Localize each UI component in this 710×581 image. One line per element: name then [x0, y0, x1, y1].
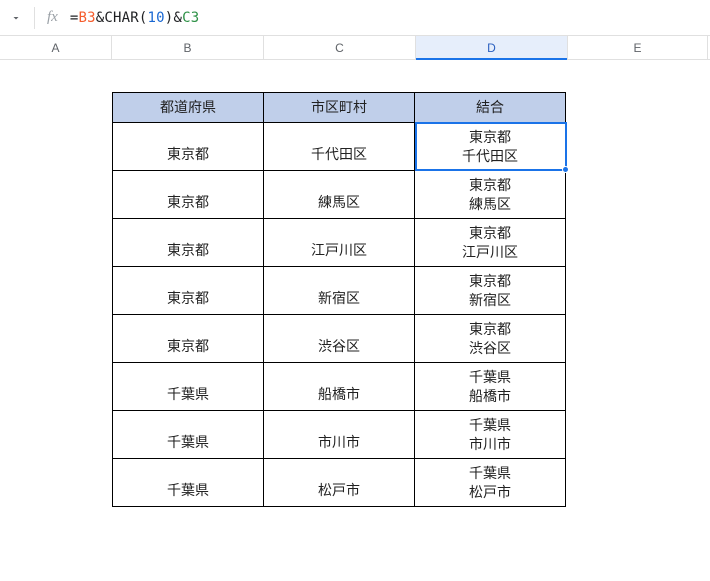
header-b[interactable]: 都道府県 [113, 93, 264, 123]
formula-open-paren: ( [139, 10, 148, 26]
divider [34, 7, 35, 29]
table-row: 東京都千代田区東京都 千代田区 [113, 123, 566, 171]
table-row: 千葉県松戸市千葉県 松戸市 [113, 459, 566, 507]
col-header-a[interactable]: A [0, 36, 112, 59]
cell-b[interactable]: 東京都 [113, 219, 264, 267]
cell-c[interactable]: 千代田区 [264, 123, 415, 171]
cell-d[interactable]: 千葉県 松戸市 [415, 459, 566, 507]
col-header-d[interactable]: D [416, 36, 568, 59]
formula-ref-b3: B3 [78, 10, 95, 26]
col-header-b[interactable]: B [112, 36, 264, 59]
cell-c[interactable]: 松戸市 [264, 459, 415, 507]
cell-b[interactable]: 千葉県 [113, 411, 264, 459]
table-row: 東京都江戸川区東京都 江戸川区 [113, 219, 566, 267]
cell-c[interactable]: 渋谷区 [264, 315, 415, 363]
table-row: 東京都新宿区東京都 新宿区 [113, 267, 566, 315]
cell-b[interactable]: 千葉県 [113, 363, 264, 411]
cell-b[interactable]: 東京都 [113, 171, 264, 219]
cell-d[interactable]: 東京都 新宿区 [415, 267, 566, 315]
spreadsheet: A B C D E 都道府県 市区町村 結合 東京都千代田区東京都 千代田区東京… [0, 36, 710, 92]
header-c[interactable]: 市区町村 [264, 93, 415, 123]
cell-b[interactable]: 東京都 [113, 267, 264, 315]
cell-c[interactable]: 市川市 [264, 411, 415, 459]
name-box-dropdown[interactable] [6, 12, 26, 24]
cell-d[interactable]: 東京都 渋谷区 [415, 315, 566, 363]
formula-amp2: & [173, 10, 182, 26]
col-header-c[interactable]: C [264, 36, 416, 59]
cell-b[interactable]: 東京都 [113, 315, 264, 363]
table-row: 千葉県市川市千葉県 市川市 [113, 411, 566, 459]
cell-c[interactable]: 船橋市 [264, 363, 415, 411]
col-header-e[interactable]: E [568, 36, 708, 59]
cell-c[interactable]: 練馬区 [264, 171, 415, 219]
cell-c[interactable]: 江戸川区 [264, 219, 415, 267]
formula-input[interactable]: =B3&CHAR(10)&C3 [70, 10, 200, 26]
fx-label: fx [43, 9, 62, 26]
table-header-row: 都道府県 市区町村 結合 [113, 93, 566, 123]
formula-ref-c3: C3 [182, 10, 199, 26]
column-headers: A B C D E [0, 36, 710, 60]
cell-d[interactable]: 千葉県 市川市 [415, 411, 566, 459]
cell-d[interactable]: 東京都 練馬区 [415, 171, 566, 219]
cell-d[interactable]: 東京都 江戸川区 [415, 219, 566, 267]
data-table: 都道府県 市区町村 結合 東京都千代田区東京都 千代田区東京都練馬区東京都 練馬… [112, 92, 566, 507]
cell-d[interactable]: 千葉県 船橋市 [415, 363, 566, 411]
cell-d[interactable]: 東京都 千代田区 [415, 123, 566, 171]
cell-c[interactable]: 新宿区 [264, 267, 415, 315]
header-d[interactable]: 結合 [415, 93, 566, 123]
grid[interactable]: 都道府県 市区町村 結合 東京都千代田区東京都 千代田区東京都練馬区東京都 練馬… [0, 60, 710, 92]
table-row: 千葉県船橋市千葉県 船橋市 [113, 363, 566, 411]
table-row: 東京都練馬区東京都 練馬区 [113, 171, 566, 219]
formula-num: 10 [148, 10, 165, 26]
formula-bar: fx =B3&CHAR(10)&C3 [0, 0, 710, 36]
table-row: 東京都渋谷区東京都 渋谷区 [113, 315, 566, 363]
cell-b[interactable]: 千葉県 [113, 459, 264, 507]
chevron-down-icon [10, 12, 22, 24]
cell-b[interactable]: 東京都 [113, 123, 264, 171]
formula-fn: CHAR [104, 10, 139, 26]
